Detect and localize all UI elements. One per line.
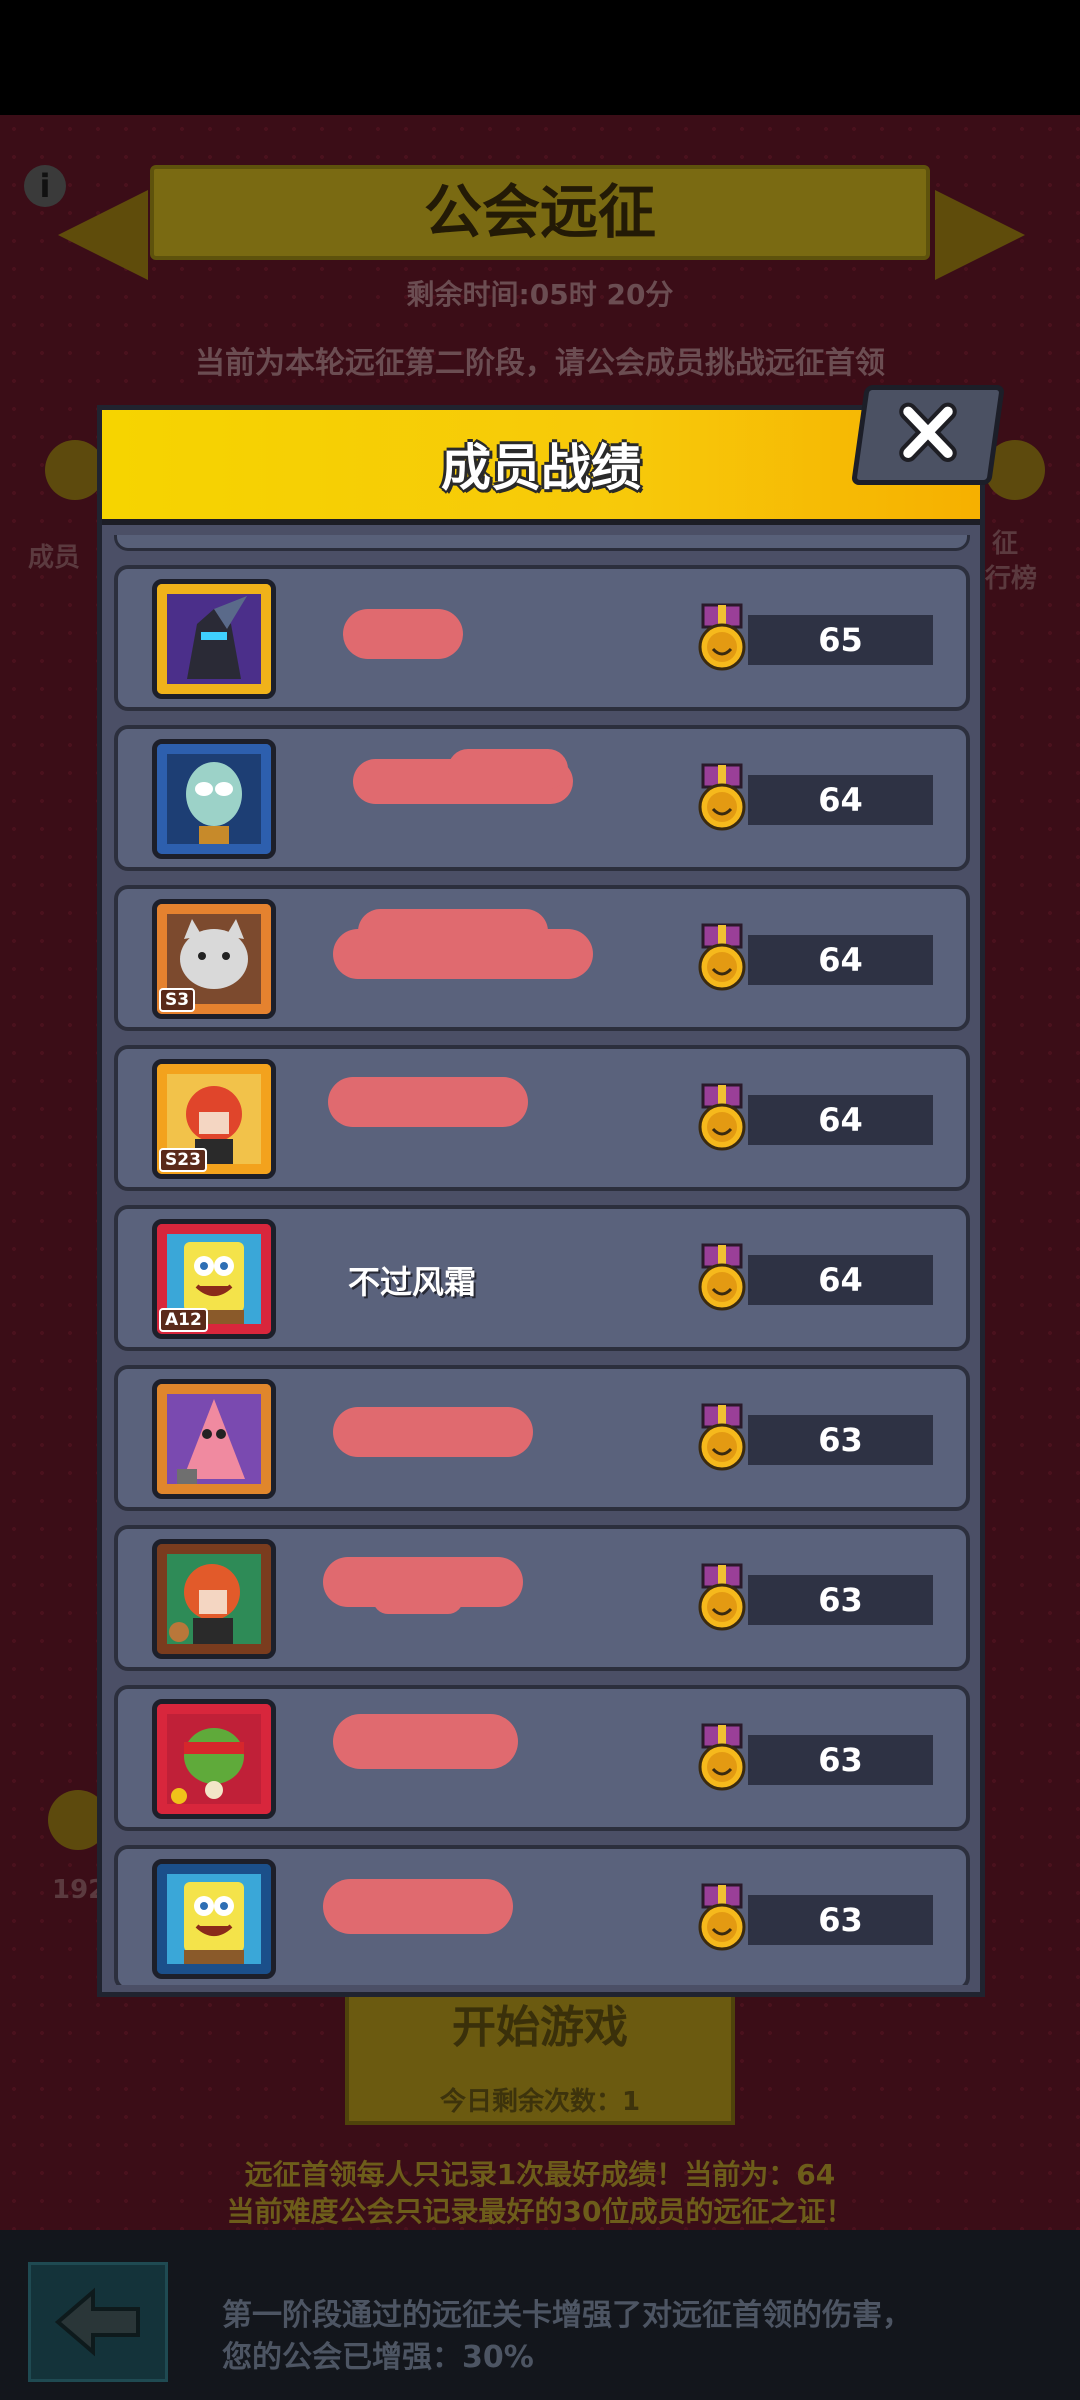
member-score: 63 [818,1421,863,1459]
member-name: 不过风霜 [348,1263,477,1301]
close-button[interactable] [850,385,1006,485]
banner-left-decoration [58,190,148,280]
ranking-side-label-top[interactable]: 征 [992,523,1018,560]
score-box: 64 [748,1255,933,1305]
season-badge: A12 [159,1308,208,1332]
medal-icon [698,923,746,991]
member-row[interactable]: 63 [114,1365,970,1511]
member-score: 64 [818,781,863,819]
medal-icon [698,1723,746,1791]
member-avatar[interactable] [152,1379,276,1499]
member-row[interactable]: S23 64 [114,1045,970,1191]
member-stats-modal: 成员战绩 65 64 S3 64 S23 64 A12 不过风霜 64 63 63 63 63 [97,405,985,1997]
start-game-button[interactable]: 开始游戏 今日剩余次数：1 [345,1985,735,2125]
member-score: 63 [818,1581,863,1619]
start-game-label: 开始游戏 [452,2002,628,2053]
bonus-info-line1: 第一阶段通过的远征关卡增强了对远征首领的伤害， [222,2298,912,2333]
page-title: 公会远征 [150,165,930,260]
patrick-avatar [157,1384,271,1494]
modal-title: 成员战绩 [441,439,641,497]
medal-icon [698,1083,746,1151]
season-badge: S23 [159,1148,207,1172]
back-button[interactable] [28,2262,168,2382]
name-redaction [328,1077,528,1127]
score-box: 63 [748,1415,933,1465]
dark-knight-avatar [157,584,271,694]
back-arrow-icon [54,2287,140,2357]
medal-icon [698,1403,746,1471]
name-redaction [448,749,568,789]
banner-right-decoration [935,190,1025,280]
member-avatar[interactable] [152,1539,276,1659]
score-box: 64 [748,935,933,985]
remaining-tries: 今日剩余次数：1 [439,2087,641,2117]
member-score: 63 [818,1741,863,1779]
bonus-info: 第一阶段通过的远征关卡增强了对远征首领的伤害， 您的公会已增强：30% [222,2295,1042,2379]
stage-notice: 当前为本轮远征第二阶段，请公会成员挑战远征首领 [195,346,885,381]
medal-icon [698,1563,746,1631]
squidward-avatar [157,744,271,854]
close-icon [899,402,957,462]
ginger-avatar [157,1544,271,1654]
member-avatar[interactable]: S3 [152,899,276,1019]
record-limit-note: 当前难度公会只记录最好的30位成员的远征之证！ [226,2195,854,2228]
name-redaction [323,1879,513,1934]
member-score: 64 [818,1261,863,1299]
member-score: 65 [818,621,863,659]
member-row[interactable]: S3 64 [114,885,970,1031]
name-redaction [358,909,548,954]
member-row[interactable]: 63 [114,1525,970,1671]
bonus-info-line2: 您的公会已增强：30% [222,2340,534,2375]
member-score: 64 [818,1101,863,1139]
medal-icon [698,1883,746,1951]
member-avatar[interactable]: S23 [152,1059,276,1179]
member-avatar[interactable] [152,739,276,859]
member-avatar[interactable]: A12 [152,1219,276,1339]
name-redaction [373,1584,463,1614]
score-box: 64 [748,1095,933,1145]
member-side-label[interactable]: 成员 [28,537,80,574]
member-row[interactable]: 65 [114,565,970,711]
member-avatar[interactable] [152,1699,276,1819]
member-row[interactable]: 64 [114,725,970,871]
list-scroll-edge [114,535,970,551]
spongebob-avatar [157,1864,271,1974]
score-box: 65 [748,615,933,665]
member-row[interactable]: A12 不过风霜 64 [114,1205,970,1351]
medal-icon [698,763,746,831]
member-row[interactable]: 63 [114,1845,970,1985]
coin-icon [45,440,105,500]
medal-icon [698,1243,746,1311]
screen: i 公会远征 剩余时间:05时 20分 当前为本轮远征第二阶段，请公会成员挑战远… [0,0,1080,2400]
member-score: 64 [818,941,863,979]
score-box: 64 [748,775,933,825]
member-row[interactable]: 63 [114,1685,970,1831]
season-badge: S3 [159,988,196,1012]
name-redaction [343,609,463,659]
time-remaining: 剩余时间:05时 20分 [406,278,674,311]
score-box: 63 [748,1575,933,1625]
medal-icon [698,603,746,671]
score-box: 63 [748,1735,933,1785]
member-avatar[interactable] [152,1859,276,1979]
score-box: 63 [748,1895,933,1945]
ninja-turtle-avatar [157,1704,271,1814]
modal-header: 成员战绩 [102,410,980,525]
ranking-side-label-bottom[interactable]: 行榜 [985,558,1037,595]
member-score: 63 [818,1901,863,1939]
name-redaction [333,1714,518,1769]
member-list[interactable]: 65 64 S3 64 S23 64 A12 不过风霜 64 63 63 63 63 [114,535,970,1985]
record-note: 远征首领每人只记录1次最好成绩！当前为：64 [244,2158,836,2191]
name-redaction [333,1407,533,1457]
member-avatar[interactable] [152,579,276,699]
